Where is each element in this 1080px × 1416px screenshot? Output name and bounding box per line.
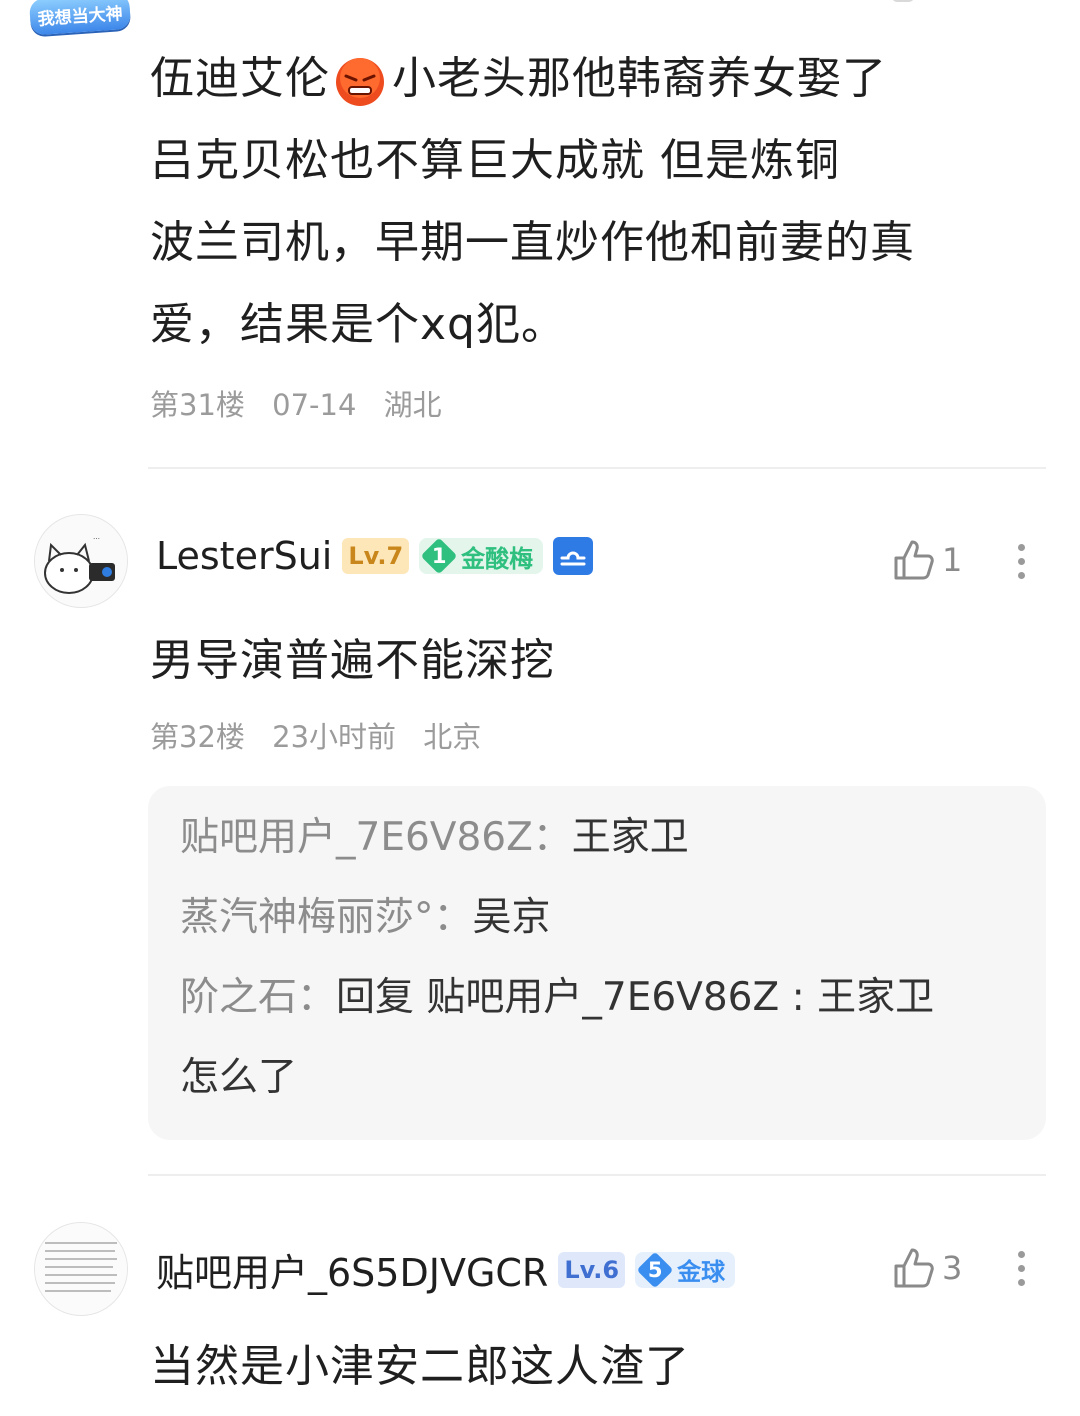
- text-image-avatar-icon: [35, 1223, 127, 1315]
- reply-3-continued: 怎么了: [180, 1038, 1046, 1118]
- comment-31-line-3: 波兰司机，早期一直炒作他和前妻的真: [150, 217, 915, 268]
- comment-31-line-1b: 小老头那他韩裔养女娶了: [392, 53, 887, 104]
- reply-3[interactable]: 阶之石：回复 贴吧用户_7E6V86Z : 王家卫: [180, 958, 1046, 1038]
- username[interactable]: LesterSui: [156, 534, 332, 578]
- user-info-row: LesterSui Lv.7 1 金酸梅: [156, 534, 594, 578]
- comment-32-text: 男导演普遍不能深挖: [150, 635, 555, 686]
- more-options-icon[interactable]: [1018, 1244, 1026, 1293]
- libra-icon: [553, 537, 594, 575]
- like-count: 3: [942, 1249, 963, 1287]
- thumb-up-icon: [894, 1248, 934, 1288]
- cat-avatar-icon: …: [35, 515, 127, 607]
- reply-2[interactable]: 蒸汽神梅丽莎°：吴京: [180, 878, 1046, 958]
- floor-number: 第32楼: [150, 720, 245, 754]
- floor-number: 第31楼: [150, 388, 245, 422]
- like-count: 1: [942, 541, 963, 579]
- comment-33-text: 当然是小津安二郎这人渣了: [150, 1341, 690, 1392]
- member-tag[interactable]: 1 金酸梅: [419, 538, 544, 574]
- post-location: 湖北: [383, 388, 442, 422]
- comment-31-meta: 第31楼 07-14 湖北: [150, 382, 460, 424]
- more-options-icon[interactable]: [1018, 537, 1026, 586]
- comment-31-line-1a: 伍迪艾伦: [150, 53, 330, 104]
- avatar[interactable]: …: [34, 514, 128, 608]
- avatar[interactable]: [34, 1222, 128, 1316]
- member-tag-label: 金球: [677, 1258, 726, 1286]
- reply-text: 王家卫: [571, 815, 689, 860]
- reply-text: 吴京: [472, 895, 551, 940]
- reply-user[interactable]: 贴吧用户_7E6V86Z：: [180, 815, 572, 860]
- more-dot: [892, 0, 914, 2]
- comment-31-line-2: 吕克贝松也不算巨大成就 但是炼铜: [150, 135, 840, 186]
- member-tag[interactable]: 5 金球: [635, 1251, 736, 1288]
- reply-user[interactable]: 蒸汽神梅丽莎°：: [180, 895, 473, 940]
- user-title-badge: 我想当大神: [28, 0, 132, 36]
- like-button[interactable]: 3: [892, 1246, 962, 1290]
- gem-icon: 5: [639, 1254, 671, 1286]
- reply-1[interactable]: 贴吧用户_7E6V86Z：王家卫: [180, 798, 1046, 878]
- user-info-row: 贴吧用户_6S5DJVGCR Lv.6 5 金球: [156, 1242, 736, 1297]
- post-date: 07-14: [272, 388, 357, 422]
- replies-box[interactable]: 贴吧用户_7E6V86Z：王家卫 蒸汽神梅丽莎°：吴京 阶之石：回复 贴吧用户_…: [148, 786, 1046, 1140]
- comment-31-text: 伍迪艾伦 小老头那他韩裔养女娶了 吕克贝松也不算巨大成就 但是炼铜 波兰司机，早…: [150, 38, 1030, 366]
- divider: [148, 1174, 1046, 1176]
- reply-text: 回复 贴吧用户_7E6V86Z : 王家卫: [336, 975, 935, 1020]
- level-badge: Lv.7: [342, 538, 410, 574]
- reply-text: 怎么了: [180, 1055, 298, 1100]
- gem-icon: 1: [423, 540, 455, 572]
- like-button[interactable]: 1: [892, 538, 962, 582]
- thumb-up-icon: [894, 540, 934, 580]
- username[interactable]: 贴吧用户_6S5DJVGCR: [156, 1242, 548, 1297]
- svg-text:…: …: [93, 533, 100, 541]
- level-badge: Lv.6: [558, 1251, 626, 1288]
- post-location: 北京: [423, 720, 482, 754]
- comment-32-meta: 第32楼 23小时前 北京: [150, 714, 499, 756]
- angry-face-emoji-icon: [334, 53, 386, 106]
- reply-user[interactable]: 阶之石：: [180, 975, 336, 1020]
- member-tag-label: 金酸梅: [461, 544, 534, 573]
- divider: [148, 467, 1046, 469]
- comment-31-line-4: 爱，结果是个xq犯。: [150, 299, 566, 350]
- post-time: 23小时前: [272, 720, 397, 754]
